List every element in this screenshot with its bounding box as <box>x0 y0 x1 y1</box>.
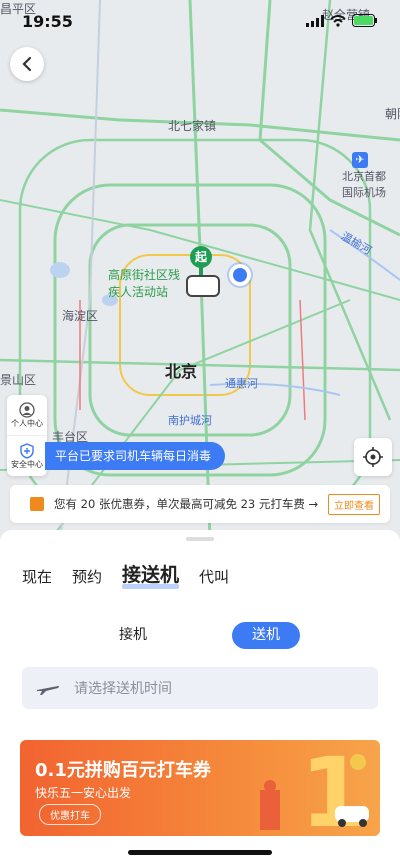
map-label-tonghui-river: 通惠河 <box>225 377 258 390</box>
map-label-jingshan: 景山区 <box>0 373 37 387</box>
map-label-airport: 北京首都 国际机场 <box>342 170 386 199</box>
crosshair-icon <box>363 447 383 467</box>
ticket-icon <box>30 497 44 511</box>
tab-airport[interactable]: 接送机 <box>122 560 180 589</box>
ride-type-tabs: 现在 预约 接送机 代叫 <box>22 560 249 589</box>
user-icon <box>19 401 35 418</box>
plane-icon <box>37 686 59 695</box>
safety-center-button[interactable]: 安全中心 <box>7 435 47 476</box>
disinfection-banner[interactable]: 平台已要求司机车辆每日消毒 <box>45 442 226 470</box>
shield-icon <box>20 442 34 459</box>
signal-icon <box>306 14 324 27</box>
map-label-beijing: 北京 <box>165 362 198 381</box>
promo-illustration: 1 <box>260 740 369 836</box>
promo-title: 0.1元拼购百元打车券 <box>35 760 211 781</box>
tab-reserve[interactable]: 预约 <box>72 566 102 587</box>
promo-cta-button[interactable]: 优惠打车 <box>39 804 101 825</box>
car-icon <box>186 275 220 297</box>
chevron-left-icon <box>22 56 32 72</box>
back-button[interactable] <box>10 47 44 81</box>
wifi-icon <box>330 14 346 27</box>
side-tools: 个人中心 安全中心 <box>7 395 47 476</box>
view-coupon-button[interactable]: 立即查看 <box>328 493 380 515</box>
segment-pickup[interactable]: 接机 <box>102 622 164 649</box>
map-label-nanhu: 南护城河 <box>168 414 212 427</box>
sheet-handle[interactable] <box>186 537 214 541</box>
coupon-text: 您有 20 张优惠券，单次最高可减免 23 元打车费 → <box>54 497 319 511</box>
current-location-marker <box>229 264 251 286</box>
map-label-haidian: 海淀区 <box>62 309 99 323</box>
segment-dropoff[interactable]: 送机 <box>232 622 300 649</box>
personal-center-button[interactable]: 个人中心 <box>7 395 47 435</box>
time-placeholder: 请选择送机时间 <box>74 681 172 697</box>
promo-subtitle: 快乐五一安心出发 <box>35 786 132 800</box>
battery-icon <box>352 14 377 27</box>
map-label-north-seven: 北七家镇 <box>168 119 217 133</box>
safety-center-label: 安全中心 <box>11 459 43 469</box>
map-label-gaoyuan: 高原街社区残 疾人活动站 <box>108 268 181 299</box>
status-icons <box>306 14 378 27</box>
tab-now[interactable]: 现在 <box>22 566 52 587</box>
airport-icon: ✈ <box>352 152 368 168</box>
bottom-sheet: 现在 预约 接送机 代叫 接机 送机 请选择送机时间 0.1元拼购百元打车券 快… <box>0 530 400 865</box>
status-time: 19:55 <box>22 12 73 31</box>
promo-banner[interactable]: 0.1元拼购百元打车券 快乐五一安心出发 优惠打车 1 <box>20 740 380 836</box>
locate-button[interactable] <box>354 438 392 476</box>
home-indicator <box>128 850 272 855</box>
coupon-bar[interactable]: 您有 20 张优惠券，单次最高可减免 23 元打车费 → 立即查看 <box>10 485 390 523</box>
start-marker[interactable]: 起 <box>190 246 212 268</box>
departure-time-field[interactable]: 请选择送机时间 <box>22 667 378 709</box>
tab-call-for-others[interactable]: 代叫 <box>199 566 229 587</box>
personal-center-label: 个人中心 <box>11 418 43 428</box>
map-label-chaoyang: 朝阳 <box>385 107 400 121</box>
status-bar: 19:55 <box>0 0 400 44</box>
